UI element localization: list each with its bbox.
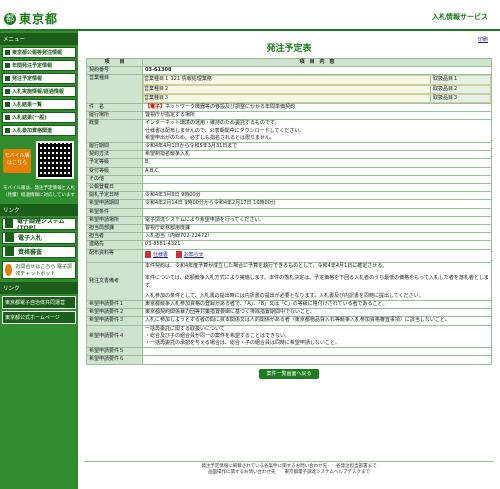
table-row: 希望条件 (86, 207, 492, 217)
sidebar-item-bid-progress[interactable]: 入札実施情報/経過情報 (2, 86, 76, 97)
sidebar-item-bid-results-general[interactable]: 入札結果(一般) (2, 112, 76, 123)
table-row: 希望申請要件３ 入札に参加しようとする者の間に資本関係又は人的関係がある者（東京都… (86, 316, 492, 326)
business-type-row: 営業種目１ 121 情報処理業務 取扱品目１ (143, 75, 491, 85)
footer-helpdesk-line: 画面操作に関するお問い合わせ先 東京都電子調達システムヘルプデスクまで (208, 470, 370, 475)
table-row: 希望申請要件１ 東京都競争入札参加資格の登録がある者で、「A」、「B」又は「C」の… (86, 299, 492, 310)
subject: 【電子】ネットワーク機器等の移設及び調整にかかる年間単価契約 (142, 103, 492, 113)
table-row: 受付等級 A,B,C (86, 166, 492, 176)
sidebar-links-head: リンク (0, 281, 78, 294)
business-type-row: 営業種目２ 取扱品目２ (143, 84, 491, 94)
system-icon (5, 219, 13, 228)
back-to-list-button[interactable]: 案件一覧画面へ戻る (259, 368, 319, 379)
table-row: 担当局部課 警視庁総務部用度課 (86, 224, 492, 234)
page-header: 都 東京都 入札情報サービス (0, 0, 500, 31)
mobile-note: モバイル版は、発注予定情報と入札（見積）経過情報に対応しています (3, 186, 75, 198)
sidebar-item-qualification[interactable]: 入札参加資格関連 (2, 125, 76, 136)
main-content: 印刷 発注予定表 項 目 項 目 内 容 契約番号 03-61308 営業種目 … (84, 31, 494, 379)
bullet-icon (5, 102, 10, 107)
qualification-button[interactable]: 資格審査 (2, 245, 76, 258)
sidebar: メニュー 東京都公報等発注情報 年間発注予定情報 発注予定情報 入札実施情報/経… (0, 31, 78, 489)
link-tokyo-official[interactable]: 東京都公式ホームページ (2, 310, 76, 324)
table-row: 公報登載日 (86, 183, 492, 193)
mobile-section: モバイル版はこちら (2, 139, 76, 181)
page-footer: 発注予定情報に掲載されている各案件に関するお問い合わせ先 各発注担当部署まで 画… (84, 461, 494, 476)
table-row: 担当者 入札担当（内線702-22472） (86, 232, 492, 242)
sidebar-item-annual-plan[interactable]: 年間発注予定情報 (2, 60, 76, 71)
logo-text: 東京都 (19, 12, 59, 26)
print-link[interactable]: 印刷 (478, 36, 488, 43)
sidebar-related-head: リンク (0, 203, 78, 216)
table-row: 希望申請要件４ 一括再委託に関する取扱いについて ・総合及び子の組合員が同一の案… (86, 324, 492, 349)
table-row: 概要 インターネット環境の運用・維持のため委託するものです。 仕様書は配布しませ… (86, 119, 492, 144)
table-row: 希望申請要件２ 東京都契約関係暴力団等対策措置要綱に基づく排除措置期間中でないこと… (86, 308, 492, 318)
e-procurement-top-button[interactable]: 電子調達システム(TOP) (2, 217, 76, 232)
tokyo-logo[interactable]: 都 東京都 (4, 10, 58, 27)
table-row: 希望申請要件６ (86, 355, 492, 365)
attachments: 仕様書 お知らせ (142, 248, 492, 264)
sidebar-menu-head: メニュー (0, 33, 78, 45)
table-row: 履行場所 警視庁が指定する場所 (86, 111, 492, 121)
table-row: 件 名 【電子】ネットワーク機器等の移設及び調整にかかる年間単価契約 (86, 103, 492, 113)
qr-code-icon (36, 141, 74, 179)
tokyo-emblem-icon: 都 (4, 12, 16, 25)
electronic-tag: 【電子】 (145, 104, 166, 111)
bullet-icon (5, 128, 10, 133)
table-row: 希望申請場所 電子調達システムにより希望申請を行ってください。 (86, 215, 492, 226)
table-row: 契約方法 希望制指名競争入札 (86, 150, 492, 160)
table-row: 開札予定日時 令和4年3月8日 9時00分 (86, 191, 492, 201)
table-row: 希望申請期間 令和4年2月14日 9時00分から令和4年2月17日 16時00分 (86, 199, 492, 209)
bullet-icon (5, 63, 10, 68)
col-item-header: 項 目 (86, 57, 143, 68)
table-row: 発注文書備考 本件契約は、令和4年度予算が成立した場合に予算を執行できるものとし… (86, 262, 492, 301)
table-row: 履行期間 令和4年4月1日から令和5年3月31日まで (86, 142, 492, 152)
table-row: 連絡先 03-3581-4321 (86, 240, 492, 250)
mobile-link[interactable]: モバイル版はこちら (3, 149, 31, 173)
order-plan-table: 項 目 項 目 内 容 契約番号 03-61308 営業種目 営業種目１ 121… (86, 57, 492, 365)
table-row: 営業種目 営業種目１ 121 情報処理業務 取扱品目１ 営業種目２ 取扱品目２ 営業… (86, 74, 492, 105)
bullet-icon (5, 89, 10, 94)
sidebar-item-public-notice[interactable]: 東京都公報等発注情報 (2, 47, 76, 58)
table-row: その他 (86, 174, 492, 185)
link-tokyo-egov[interactable]: 東京都電子自治体共同運営 (2, 295, 76, 309)
chatbot-icon (5, 263, 13, 276)
table-row: 希望申請要件５ (86, 347, 492, 357)
sidebar-item-bid-results[interactable]: 入札結果一覧 (2, 99, 76, 110)
table-row: 契約番号 03-61308 (86, 66, 492, 76)
chatbot-help-button[interactable]: お問合せはこちら 電子調達チャットボット (2, 260, 76, 279)
table-row: 配布資料等 仕様書 お知らせ (86, 248, 492, 264)
bullet-icon (5, 50, 10, 55)
sidebar-item-order-plan[interactable]: 発注予定情報 (2, 73, 76, 84)
bidding-icon (5, 233, 14, 242)
pdf-icon (145, 251, 151, 259)
col-content-header: 項 目 内 容 (142, 57, 492, 68)
business-type-row: 営業種目３ 取扱品目３ (143, 93, 491, 104)
e-bidding-button[interactable]: 電子入札 (2, 231, 76, 244)
service-title: 入札情報サービス (432, 13, 488, 21)
summary: インターネット環境の運用・維持のため委託するものです。 仕様書は配布しませんので… (142, 119, 492, 144)
page-title: 発注予定表 (266, 44, 312, 54)
table-row: 予定等級 B (86, 158, 492, 168)
notes: 本件契約は、令和4年度予算が成立した場合に予算を執行できるものとして、令和4年4… (142, 262, 492, 301)
document-icon (5, 247, 14, 256)
attachment-spec[interactable]: 仕様書 (145, 250, 168, 260)
attachment-notice[interactable]: お知らせ (175, 250, 204, 260)
bullet-icon (5, 76, 10, 81)
bullet-icon (5, 115, 10, 120)
pdf-icon (175, 251, 182, 259)
contract-number: 03-61308 (142, 66, 492, 76)
